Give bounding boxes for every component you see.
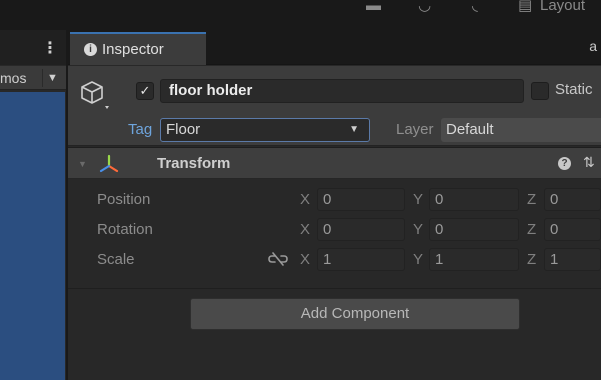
- object-name-field[interactable]: floor holder: [160, 79, 524, 103]
- inspector-panel: i Inspector a ✓ floor holder Static Tag …: [68, 30, 601, 380]
- scene-panel: ⋮ mos ▼: [0, 30, 66, 380]
- gameobject-header: ✓ floor holder Static Tag Floor ▼ Layer …: [68, 66, 601, 146]
- scale-y-axis-label[interactable]: Y: [413, 251, 423, 268]
- cloud-icon[interactable]: ▬: [366, 0, 381, 13]
- static-checkbox[interactable]: [531, 82, 549, 100]
- history-icon[interactable]: ◡: [418, 0, 431, 13]
- editor-toolbar: ▬ ◡ ◟ ▤ Layout: [0, 0, 601, 30]
- rotation-y-axis-label[interactable]: Y: [413, 221, 423, 238]
- search-icon[interactable]: ◟: [472, 0, 478, 13]
- layer-dropdown-value: Default: [446, 121, 494, 138]
- position-z-field[interactable]: 0: [544, 188, 601, 211]
- active-checkbox[interactable]: ✓: [136, 82, 154, 100]
- scale-z-axis-label[interactable]: Z: [527, 251, 536, 268]
- foldout-arrow-icon[interactable]: ▼: [78, 159, 87, 169]
- scale-x-field[interactable]: 1: [317, 248, 405, 271]
- constrain-proportions-link-icon[interactable]: [267, 250, 289, 268]
- scale-z-field[interactable]: 1: [544, 248, 601, 271]
- gizmos-dropdown-icon[interactable]: ▼: [42, 69, 62, 87]
- rotation-row: Rotation X 0 Y 0 Z 0: [68, 218, 601, 242]
- position-x-field[interactable]: 0: [317, 188, 405, 211]
- rotation-x-field[interactable]: 0: [317, 218, 405, 241]
- rotation-label: Rotation: [97, 221, 153, 238]
- layers-icon[interactable]: ▤: [518, 0, 532, 13]
- layer-dropdown[interactable]: Default: [441, 118, 601, 142]
- gizmos-button[interactable]: mos: [0, 70, 26, 86]
- layer-label: Layer: [396, 121, 434, 138]
- transform-component-header[interactable]: ▼ Transform ? ⇅: [68, 147, 601, 179]
- rotation-x-axis-label[interactable]: X: [300, 221, 310, 238]
- position-z-axis-label[interactable]: Z: [527, 191, 536, 208]
- tab-inspector-label: Inspector: [102, 41, 164, 58]
- position-y-field[interactable]: 0: [429, 188, 519, 211]
- help-icon[interactable]: ?: [558, 157, 571, 170]
- info-icon: i: [84, 43, 97, 56]
- scale-label: Scale: [97, 251, 135, 268]
- chevron-down-icon: ▼: [349, 124, 359, 135]
- rotation-z-field[interactable]: 0: [544, 218, 601, 241]
- tag-dropdown[interactable]: Floor ▼: [160, 118, 370, 142]
- component-divider: [68, 288, 601, 289]
- scene-viewport[interactable]: [0, 92, 65, 380]
- layout-dropdown[interactable]: Layout: [540, 0, 585, 14]
- scale-row: Scale X 1 Y 1 Z 1: [68, 248, 601, 272]
- scale-y-field[interactable]: 1: [429, 248, 519, 271]
- static-label: Static: [555, 81, 593, 98]
- tab-inspector[interactable]: i Inspector: [70, 32, 206, 65]
- position-y-axis-label[interactable]: Y: [413, 191, 423, 208]
- position-label: Position: [97, 191, 151, 208]
- lock-icon[interactable]: a: [589, 38, 597, 54]
- transform-axes-icon: [99, 154, 119, 173]
- rotation-z-axis-label[interactable]: Z: [527, 221, 536, 238]
- scale-x-axis-label[interactable]: X: [300, 251, 310, 268]
- gameobject-cube-icon[interactable]: [78, 78, 112, 112]
- rotation-y-field[interactable]: 0: [429, 218, 519, 241]
- position-x-axis-label[interactable]: X: [300, 191, 310, 208]
- tag-label: Tag: [128, 121, 153, 138]
- tag-dropdown-value: Floor: [166, 121, 201, 138]
- presets-icon[interactable]: ⇅: [583, 154, 595, 171]
- add-component-button[interactable]: Add Component: [190, 298, 520, 330]
- kebab-menu-icon[interactable]: ⋮: [42, 38, 58, 58]
- scene-tab-bar: ⋮: [0, 30, 66, 65]
- position-row: Position X 0 Y 0 Z 0: [68, 188, 601, 212]
- inspector-tab-strip: i Inspector a: [68, 30, 601, 65]
- transform-title: Transform: [157, 155, 231, 172]
